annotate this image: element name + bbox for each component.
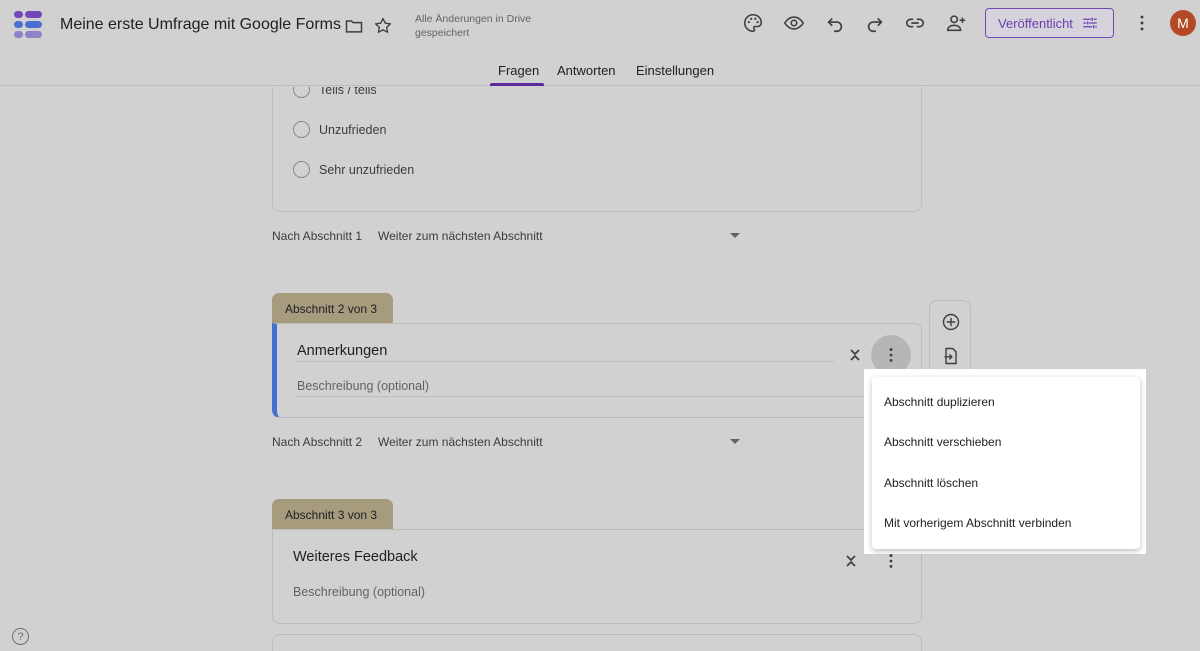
avatar[interactable]: M <box>1170 10 1196 36</box>
section-description-input[interactable]: Beschreibung (optional) <box>293 585 425 599</box>
choice-option[interactable]: Sehr unzufrieden <box>293 161 414 178</box>
collapse-section-icon[interactable] <box>843 552 859 570</box>
description-underline <box>297 396 877 397</box>
section-title-input[interactable]: Anmerkungen <box>297 343 387 359</box>
section-3-tab: Abschnitt 3 von 3 <box>272 499 393 530</box>
next-card <box>272 634 922 651</box>
undo-icon[interactable] <box>823 11 847 35</box>
form-tabs: Fragen Antworten Einstellungen <box>0 56 1200 86</box>
preview-eye-icon[interactable] <box>782 11 806 35</box>
menu-item-delete-section[interactable]: Abschnitt löschen <box>872 463 1140 503</box>
help-icon[interactable]: ? <box>12 628 29 645</box>
after-section-2-navigation: Nach Abschnitt 2 Weiter zum nächsten Abs… <box>272 435 740 449</box>
menu-item-duplicate-section[interactable]: Abschnitt duplizieren <box>872 382 1140 422</box>
redo-icon[interactable] <box>863 11 887 35</box>
section-2-tab: Abschnitt 2 von 3 <box>272 293 393 324</box>
section-destination-select[interactable]: Weiter zum nächsten Abschnitt <box>378 435 718 449</box>
dropdown-arrow-icon[interactable] <box>730 233 740 238</box>
import-questions-icon[interactable] <box>940 345 962 367</box>
choice-option[interactable]: Unzufrieden <box>293 121 386 138</box>
app-header: Meine erste Umfrage mit Google Forms All… <box>0 0 1200 86</box>
star-icon[interactable] <box>371 14 395 38</box>
after-section-label: Nach Abschnitt 2 <box>272 435 363 449</box>
more-options-icon[interactable] <box>1130 11 1154 35</box>
section-title-input[interactable]: Weiteres Feedback <box>293 549 418 565</box>
publish-button[interactable]: Veröffentlicht <box>985 8 1114 38</box>
more-vert-icon <box>889 348 893 362</box>
palette-icon[interactable] <box>741 11 765 35</box>
after-section-1-navigation: Nach Abschnitt 1 Weiter zum nächsten Abs… <box>272 229 740 243</box>
save-status: Alle Änderungen in Drive gespeichert <box>415 13 532 39</box>
radio-button[interactable] <box>293 121 310 138</box>
tab-settings[interactable]: Einstellungen <box>636 63 714 78</box>
radio-button[interactable] <box>293 161 310 178</box>
active-tab-indicator <box>490 83 544 86</box>
menu-item-move-section[interactable]: Abschnitt verschieben <box>872 422 1140 462</box>
publish-settings-icon <box>1083 17 1097 29</box>
tab-responses[interactable]: Antworten <box>557 63 616 78</box>
publish-label: Veröffentlicht <box>998 15 1073 31</box>
more-vert-icon <box>889 554 893 568</box>
link-icon[interactable] <box>903 11 927 35</box>
collapse-section-icon[interactable] <box>847 346 863 364</box>
folder-icon[interactable] <box>342 14 366 38</box>
form-title[interactable]: Meine erste Umfrage mit Google Forms <box>60 16 341 34</box>
section-destination-select[interactable]: Weiter zum nächsten Abschnitt <box>378 229 718 243</box>
title-underline <box>297 361 834 362</box>
section-context-menu: Abschnitt duplizieren Abschnitt verschie… <box>872 377 1140 549</box>
section-description-input[interactable]: Beschreibung (optional) <box>297 379 429 393</box>
choice-label: Unzufrieden <box>319 122 387 137</box>
add-collaborator-icon[interactable] <box>944 11 968 35</box>
section-3-card[interactable]: Weiteres Feedback Beschreibung (optional… <box>272 529 922 624</box>
choice-label: Sehr unzufrieden <box>319 162 415 177</box>
add-question-icon[interactable] <box>940 311 962 333</box>
floating-toolbar <box>929 300 971 380</box>
section-2-card[interactable]: Anmerkungen Beschreibung (optional) <box>272 323 922 418</box>
menu-item-merge-with-previous[interactable]: Mit vorherigem Abschnitt verbinden <box>872 503 1140 543</box>
dropdown-arrow-icon[interactable] <box>730 439 740 444</box>
after-section-label: Nach Abschnitt 1 <box>272 229 363 243</box>
tab-questions[interactable]: Fragen <box>498 63 539 78</box>
forms-logo-icon[interactable] <box>14 11 42 39</box>
